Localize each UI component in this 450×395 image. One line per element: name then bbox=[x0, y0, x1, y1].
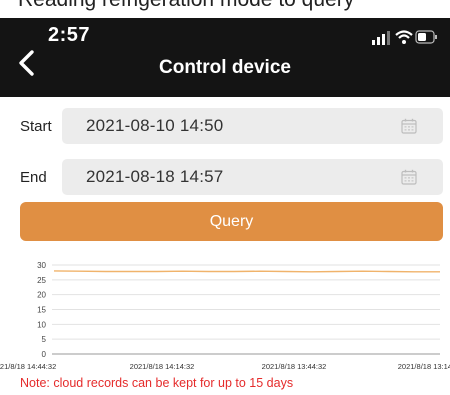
signal-icon bbox=[372, 31, 390, 45]
status-time: 2:57 bbox=[48, 24, 91, 46]
retention-note: Note: cloud records can be kept for up t… bbox=[20, 376, 294, 390]
y-tick-label: 10 bbox=[37, 320, 46, 329]
x-tick-label: 2021/8/18 13:44:32 bbox=[262, 362, 327, 371]
calendar-icon[interactable] bbox=[401, 118, 417, 134]
temperature-chart: 0 5 10 15 20 25 30 021/8/18 14:44:32 2021/8/18 1… bbox=[0, 261, 450, 371]
start-label: Start bbox=[20, 118, 52, 135]
wifi-icon bbox=[395, 30, 413, 44]
x-tick-label: 2021/8/18 13:14:3 bbox=[398, 362, 450, 371]
start-date-value: 2021-08-10 14:50 bbox=[86, 116, 224, 135]
battery-icon bbox=[415, 30, 437, 44]
calendar-icon[interactable] bbox=[401, 169, 417, 185]
start-date-field[interactable]: 2021-08-10 14:50 bbox=[62, 108, 443, 144]
y-tick-label: 15 bbox=[37, 306, 46, 315]
x-tick-label: 2021/8/18 14:14:32 bbox=[130, 362, 195, 371]
status-icons bbox=[372, 30, 437, 45]
nav-bar: 2:57 Control device bbox=[0, 18, 450, 97]
y-tick-label: 5 bbox=[42, 335, 47, 344]
series-line bbox=[53, 270, 440, 273]
y-tick-label: 0 bbox=[42, 350, 47, 359]
y-tick-label: 30 bbox=[37, 261, 46, 270]
end-label: End bbox=[20, 169, 47, 186]
end-date-field[interactable]: 2021-08-18 14:57 bbox=[62, 159, 443, 195]
clipped-header-text: Reading refrigeration mode to query bbox=[0, 0, 450, 18]
page-title: Control device bbox=[159, 57, 291, 78]
x-tick-label: 021/8/18 14:44:32 bbox=[0, 362, 56, 371]
query-button[interactable]: Query bbox=[20, 202, 443, 241]
y-tick-label: 25 bbox=[37, 276, 46, 285]
y-tick-label: 20 bbox=[37, 291, 46, 300]
end-date-value: 2021-08-18 14:57 bbox=[86, 167, 224, 186]
